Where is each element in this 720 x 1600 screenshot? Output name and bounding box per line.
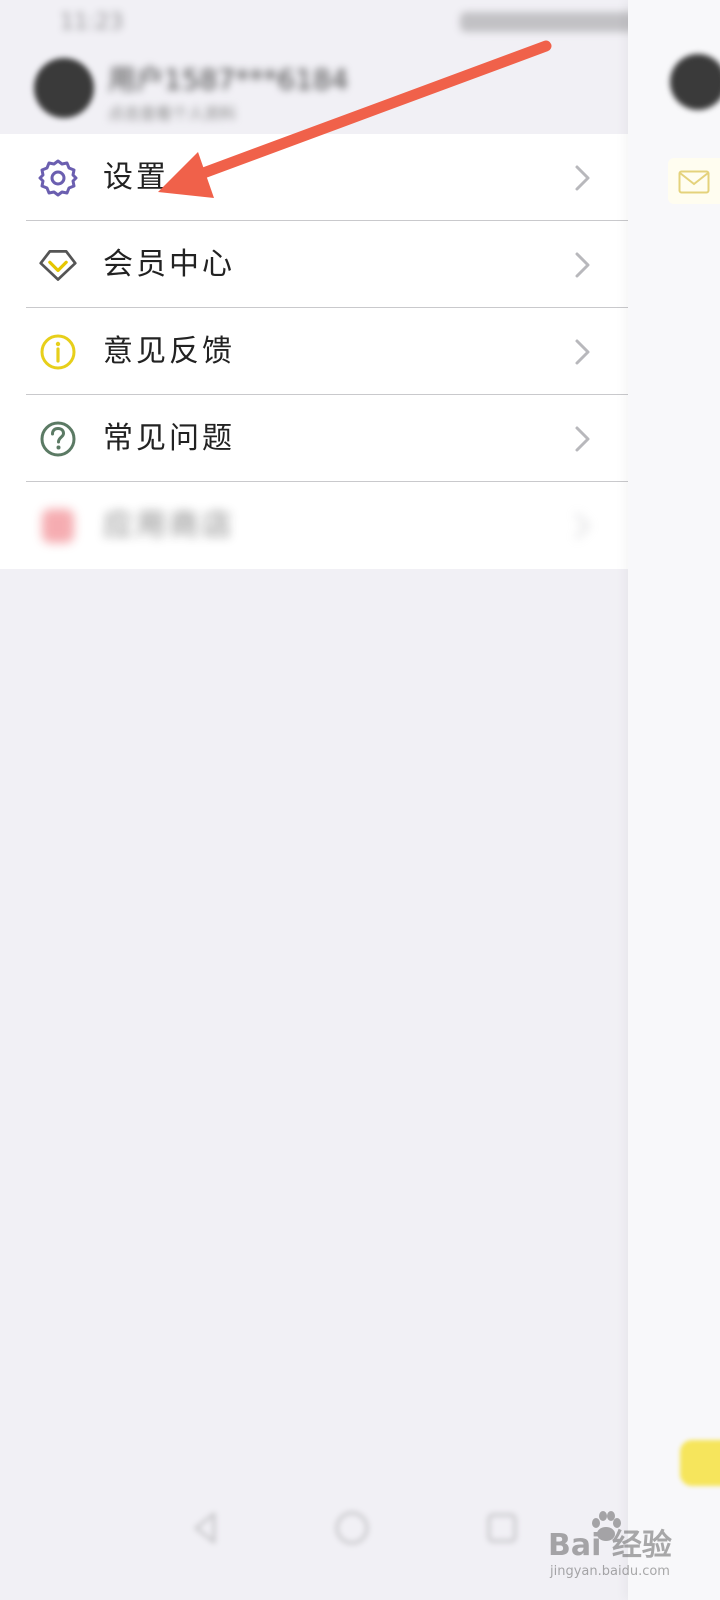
menu-item-label: 设置 [103,160,169,195]
menu-item-settings[interactable]: 设置 [0,134,628,221]
back-icon[interactable] [186,1508,226,1548]
chevron-right-icon [572,425,594,453]
profile-header[interactable]: 用户1587***6184 点击查看个人资料 [0,48,640,134]
side-drawer: 11:23 用户1587***6184 点击查看个人资料 设置 会员中心 意见反… [0,0,640,1600]
underlying-main-page[interactable] [628,0,720,1600]
diamond-icon [38,245,78,285]
status-time: 11:23 [60,10,124,35]
gear-icon [38,158,78,198]
question-icon [38,419,78,459]
drawer-menu: 设置 会员中心 意见反馈 常见问题 应用商店 [0,134,628,569]
recents-icon[interactable] [482,1508,522,1548]
chevron-right-icon [572,338,594,366]
menu-item-label: 应用商店 [103,508,235,543]
watermark-url: jingyan.baidu.com [550,1564,670,1579]
system-nav-bar [0,1490,640,1570]
profile-name: 用户1587***6184 [108,63,349,96]
avatar[interactable] [34,58,94,118]
status-icons [460,12,640,32]
message-card[interactable] [668,158,720,204]
avatar [670,54,720,110]
red-app-icon [38,506,78,546]
menu-item-feedback[interactable]: 意见反馈 [0,308,628,395]
info-icon [38,332,78,372]
menu-item-label: 意见反馈 [103,334,235,369]
menu-item-app-store[interactable]: 应用商店 [0,482,628,569]
profile-subtitle: 点击查看个人资料 [108,104,237,123]
chevron-right-icon [572,251,594,279]
mail-icon [678,170,710,198]
floating-action-chip[interactable] [680,1440,720,1486]
chevron-right-icon [572,512,594,540]
baidu-watermark: Bai 经验 jingyan.baidu.com [548,1511,708,1586]
home-icon[interactable] [332,1508,372,1548]
watermark-text: Bai 经验 [548,1528,672,1563]
chevron-right-icon [572,164,594,192]
menu-item-faq[interactable]: 常见问题 [0,395,628,482]
menu-item-label: 会员中心 [103,247,235,282]
menu-item-vip-center[interactable]: 会员中心 [0,221,628,308]
menu-item-label: 常见问题 [103,421,235,456]
status-bar: 11:23 [0,0,640,48]
